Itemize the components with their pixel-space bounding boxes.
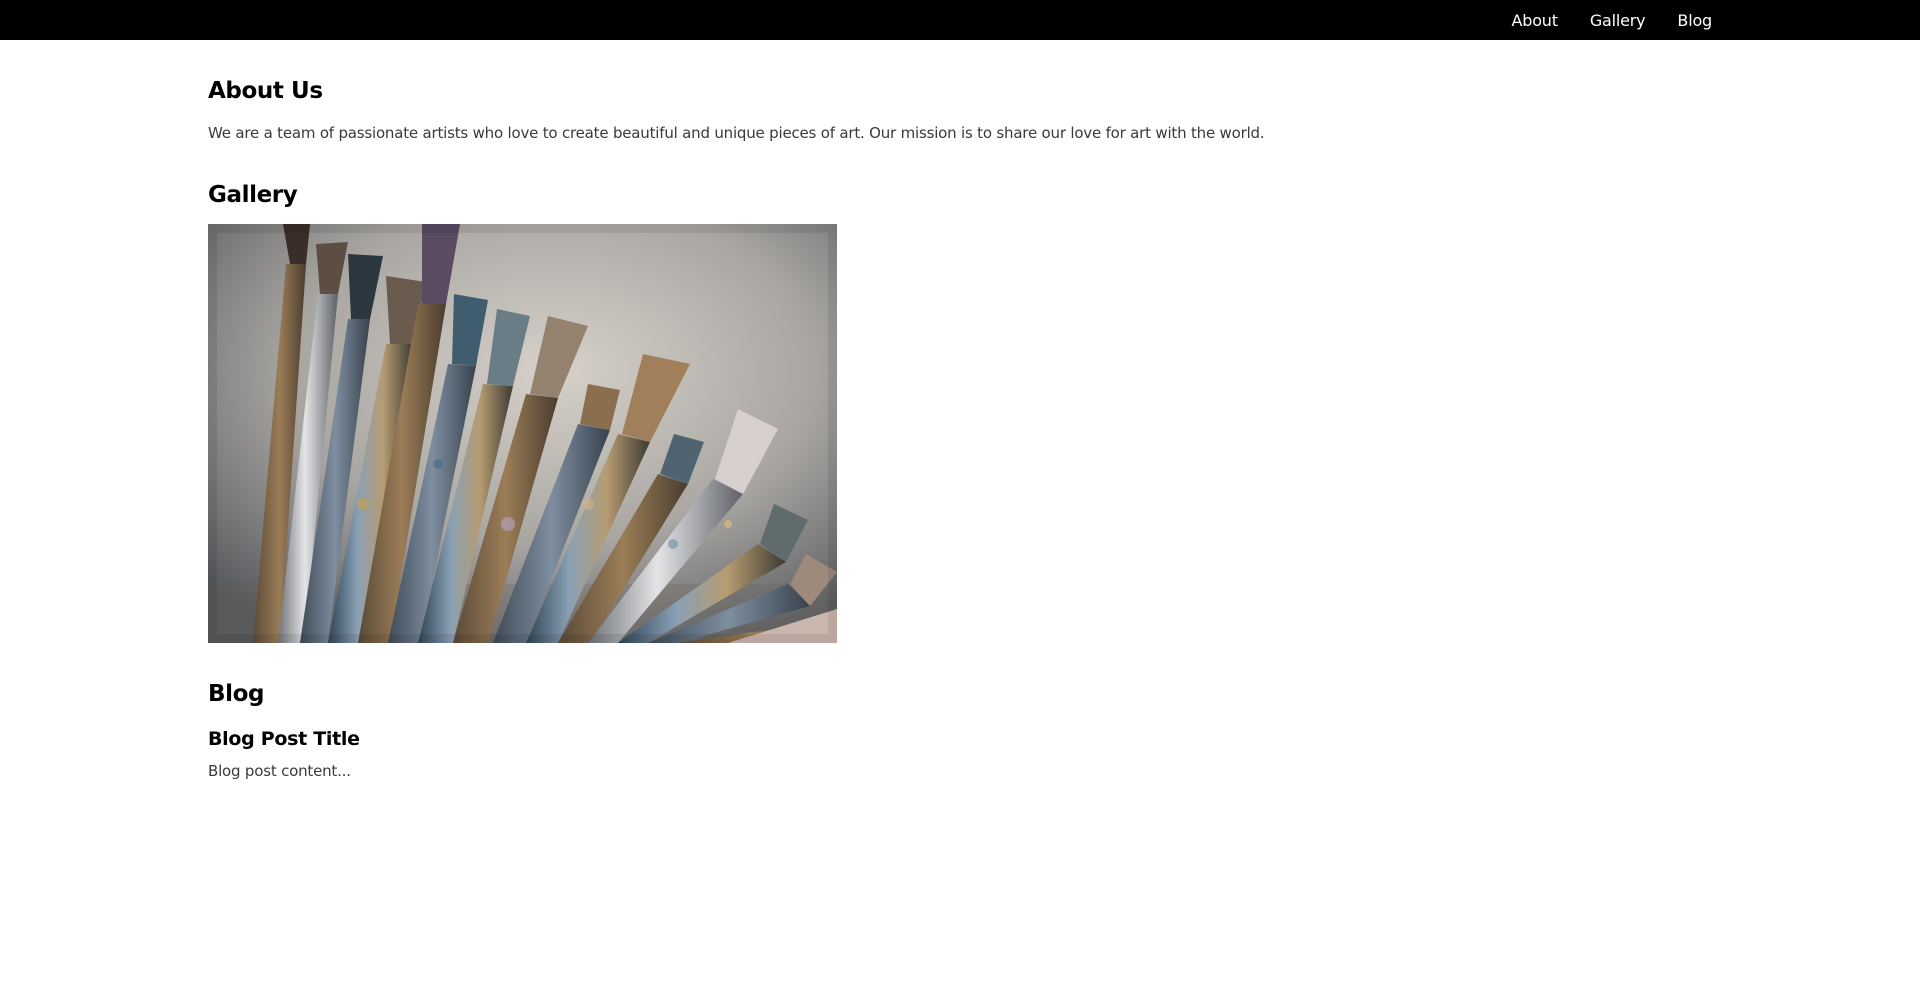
paintbrushes-image [208, 224, 837, 643]
nav-link-blog[interactable]: Blog [1677, 11, 1712, 30]
blog-heading: Blog [208, 681, 265, 707]
nav-link-about[interactable]: About [1512, 11, 1559, 30]
top-navigation-bar: About Gallery Blog [0, 0, 1920, 40]
nav-link-gallery[interactable]: Gallery [1590, 11, 1646, 30]
main-nav: About Gallery Blog [1512, 0, 1713, 40]
gallery-image[interactable] [208, 224, 837, 643]
blog-post-content: Blog post content... [208, 762, 351, 780]
about-heading: About Us [208, 78, 323, 104]
blog-post-title[interactable]: Blog Post Title [208, 728, 360, 750]
gallery-heading: Gallery [208, 182, 298, 208]
about-text: We are a team of passionate artists who … [208, 124, 1265, 142]
